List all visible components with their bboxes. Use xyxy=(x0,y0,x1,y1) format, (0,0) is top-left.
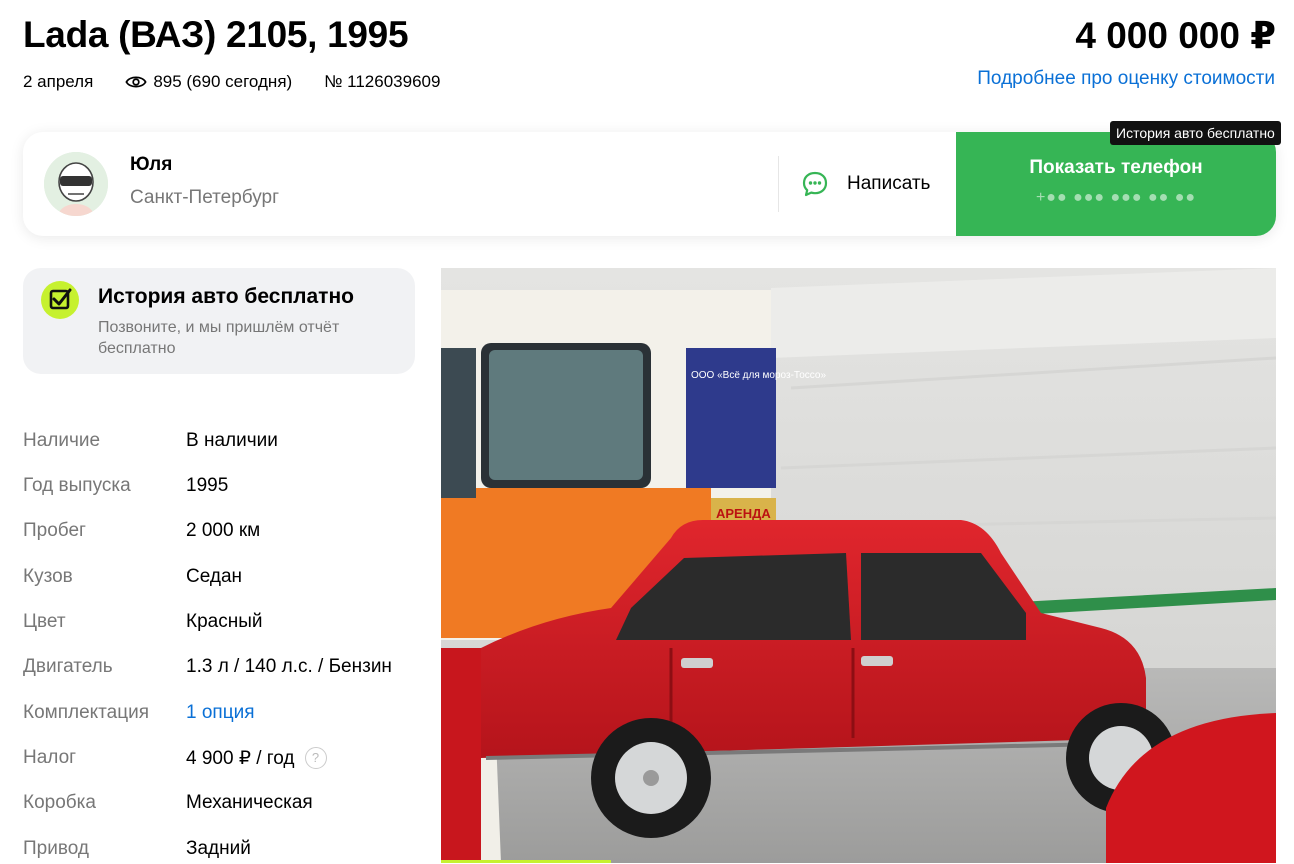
spec-value: 1995 xyxy=(186,475,229,496)
spec-label: Год выпуска xyxy=(23,475,131,496)
seller-city: Санкт-Петербург xyxy=(130,187,280,208)
bus-sign-text: ООО «Всё для мороз-Тоссо» xyxy=(691,370,826,381)
seller-card: Юля Санкт-Петербург Написать Показать те… xyxy=(23,132,1276,236)
write-label: Написать xyxy=(847,173,931,194)
chat-bubble-icon xyxy=(802,171,828,197)
spec-value: Механическая xyxy=(186,792,313,813)
bus-sign-text-2: АРЕНДА xyxy=(716,506,771,521)
listing-number: № 1126039609 xyxy=(324,72,440,92)
spec-value: 1.3 л / 140 л.с. / Бензин xyxy=(186,656,392,677)
spec-label: Наличие xyxy=(23,430,101,451)
spec-value: Седан xyxy=(186,566,243,587)
spec-value: 2 000 км xyxy=(186,520,261,541)
tax-value: 4 900 ₽ / год xyxy=(186,747,295,769)
question-icon[interactable]: ? xyxy=(304,747,327,769)
listing-meta: 2 апреля 895 (690 сегодня) № 1126039609 xyxy=(23,72,472,92)
spec-label: Коробка xyxy=(23,792,96,813)
listing-title: Lada (ВАЗ) 2105, 1995 xyxy=(23,14,409,55)
listing-views: 895 (690 сегодня) xyxy=(125,72,292,92)
listing-price: 4 000 000 ₽ xyxy=(1075,15,1276,56)
history-title: История авто бесплатно xyxy=(98,285,354,308)
car-photo-illustration: ООО «Всё для мороз-Тоссо» АРЕНДА xyxy=(441,268,1276,863)
avatar-illustration xyxy=(44,152,108,216)
views-text: 895 (690 сегодня) xyxy=(153,72,293,91)
spec-value: Красный xyxy=(186,611,263,632)
spec-value: В наличии xyxy=(186,430,278,451)
number-text: № 1126039609 xyxy=(324,72,441,91)
show-phone-label: Показать телефон xyxy=(1029,157,1203,178)
avatar[interactable] xyxy=(44,152,108,216)
divider xyxy=(778,156,779,212)
eye-icon xyxy=(125,76,147,88)
spec-value-tax: 4 900 ₽ / год ? xyxy=(186,747,327,770)
tooltip: История авто бесплатно xyxy=(1110,121,1281,145)
spec-value: Задний xyxy=(186,838,251,859)
spec-label: Кузов xyxy=(23,566,73,587)
date-text: 2 апреля xyxy=(23,72,94,91)
spec-label: Налог xyxy=(23,747,77,768)
spec-label: Пробег xyxy=(23,520,86,541)
write-button[interactable]: Написать xyxy=(801,170,930,198)
phone-mask: +●● ●●● ●●● ●● ●● xyxy=(1035,189,1197,206)
history-card[interactable]: История авто бесплатно Позвоните, и мы п… xyxy=(23,268,415,374)
options-link[interactable]: 1 опция xyxy=(186,702,255,724)
spec-label: Двигатель xyxy=(23,656,113,677)
main-photo[interactable]: ООО «Всё для мороз-Тоссо» АРЕНДА xyxy=(441,268,1276,863)
history-subtitle: Позвоните, и мы пришлём отчёт бесплатно xyxy=(98,319,340,357)
spec-label: Комплектация xyxy=(23,702,150,723)
show-phone-button[interactable]: Показать телефон +●● ●●● ●●● ●● ●● xyxy=(956,132,1276,236)
price-estimate-link[interactable]: Подробнее про оценку стоимости xyxy=(977,68,1275,90)
listing-date: 2 апреля xyxy=(23,72,93,92)
seller-name[interactable]: Юля xyxy=(130,154,172,176)
checklist-icon xyxy=(41,281,79,319)
spec-label: Цвет xyxy=(23,611,66,632)
spec-label: Привод xyxy=(23,838,89,859)
